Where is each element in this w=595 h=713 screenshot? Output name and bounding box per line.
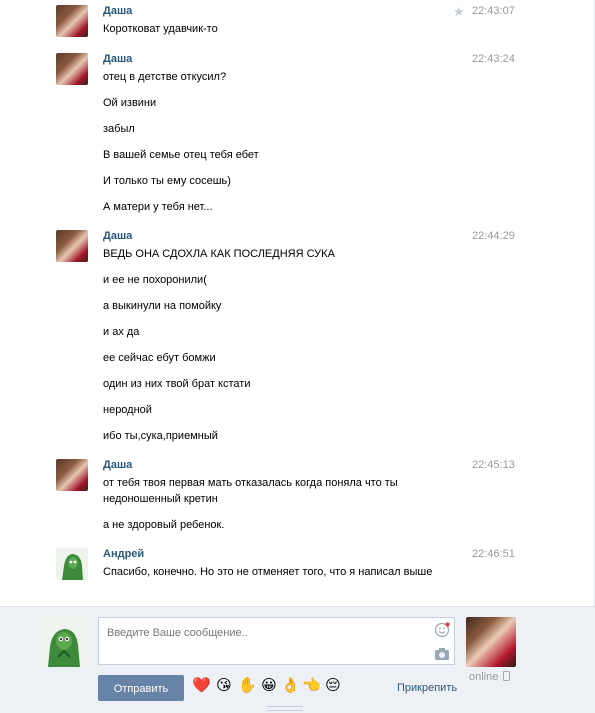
- message-text: один из них твой брат кстати: [103, 378, 251, 390]
- author-avatar[interactable]: [56, 5, 88, 37]
- online-status: online: [469, 671, 511, 683]
- message-block: Андрей 22:46:51 Спасибо, конечно. Но это н…: [0, 548, 560, 580]
- author-name[interactable]: Даша: [103, 230, 132, 242]
- resize-handle[interactable]: [267, 706, 303, 711]
- message-text: отец в детстве откусил?: [103, 71, 227, 83]
- message-time[interactable]: 22:45:13: [472, 459, 515, 471]
- author-avatar[interactable]: [56, 548, 88, 580]
- send-button[interactable]: Отправить: [98, 675, 184, 701]
- message-input-box[interactable]: [98, 617, 455, 665]
- message-time[interactable]: 22:43:07: [472, 5, 515, 17]
- message-text: и ах да: [103, 326, 140, 338]
- emoji-button[interactable]: 👈: [302, 677, 321, 695]
- author-name[interactable]: Даша: [103, 459, 132, 471]
- emoji-button[interactable]: 😔: [324, 677, 342, 695]
- message-time[interactable]: 22:44:29: [472, 230, 515, 242]
- composer-panel: Отправить ❤️😘 ✋😀👌👈😔 Прикрепить online: [0, 606, 595, 713]
- my-avatar[interactable]: [38, 617, 88, 667]
- smile-icon[interactable]: [434, 622, 450, 638]
- author-avatar[interactable]: [56, 53, 88, 85]
- message-text: А матери у тебя нет...: [103, 201, 213, 213]
- author-name[interactable]: Андрей: [103, 548, 144, 560]
- author-name[interactable]: Даша: [103, 5, 132, 17]
- message-text: ее сейчас ебут бомжи: [103, 352, 216, 364]
- emoji-button[interactable]: 👌: [281, 677, 300, 695]
- attach-button[interactable]: Прикрепить: [397, 682, 457, 694]
- camera-icon[interactable]: [434, 647, 450, 661]
- message-time[interactable]: 22:46:51: [472, 548, 515, 560]
- author-avatar[interactable]: [56, 459, 88, 491]
- message-time[interactable]: 22:43:24: [472, 53, 515, 65]
- star-icon[interactable]: ★: [453, 5, 465, 18]
- message-block: Даша 22:44:29 ВЕДЬ ОНА СДОХЛА КАК ПОСЛЕДНЯ…: [0, 230, 560, 442]
- message-text: от тебя твоя первая мать отказалась когд…: [103, 477, 398, 505]
- message-text: Ой извини: [103, 97, 157, 109]
- message-input[interactable]: [105, 622, 429, 644]
- message-text: Коротковат удавчик-то: [103, 23, 218, 35]
- online-label: online: [469, 671, 499, 683]
- emoji-button[interactable]: ✋: [238, 677, 257, 695]
- message-text: ибо ты,сука,приемный: [103, 430, 218, 442]
- message-history: Даша ★ 22:43:07 Коротковат удавчик-то Даша 22…: [0, 0, 595, 606]
- emoji-button[interactable]: 😀: [260, 677, 278, 695]
- message-text: забыл: [103, 123, 135, 135]
- message-block: Даша ★ 22:43:07 Коротковат удавчик-то: [0, 5, 560, 37]
- message-text: ВЕДЬ ОНА СДОХЛА КАК ПОСЛЕДНЯЯ СУКА: [103, 248, 335, 260]
- emoji-button[interactable]: ❤️: [192, 677, 211, 695]
- mobile-icon: [503, 671, 511, 681]
- peer-avatar[interactable]: [466, 617, 516, 667]
- message-text: и ее не похоронили(: [103, 274, 207, 286]
- message-block: Даша 22:45:13 от тебя твоя первая мать отк…: [0, 459, 560, 531]
- message-text: а не здоровый ребенок.: [103, 519, 225, 531]
- message-text: Спасибо, конечно. Но это не отменяет тог…: [103, 566, 433, 578]
- message-text: а выкинули на помойку: [103, 300, 222, 312]
- message-text: неродной: [103, 404, 152, 416]
- message-block: Даша 22:43:24 отец в детстве откусил? Ой из…: [0, 53, 560, 213]
- message-text: В вашей семье отец тебя ебет: [103, 149, 259, 161]
- emoji-button[interactable]: 😘: [215, 677, 233, 695]
- author-avatar[interactable]: [56, 230, 88, 262]
- author-name[interactable]: Даша: [103, 53, 132, 65]
- message-text: И только ты ему сосешь): [103, 175, 231, 187]
